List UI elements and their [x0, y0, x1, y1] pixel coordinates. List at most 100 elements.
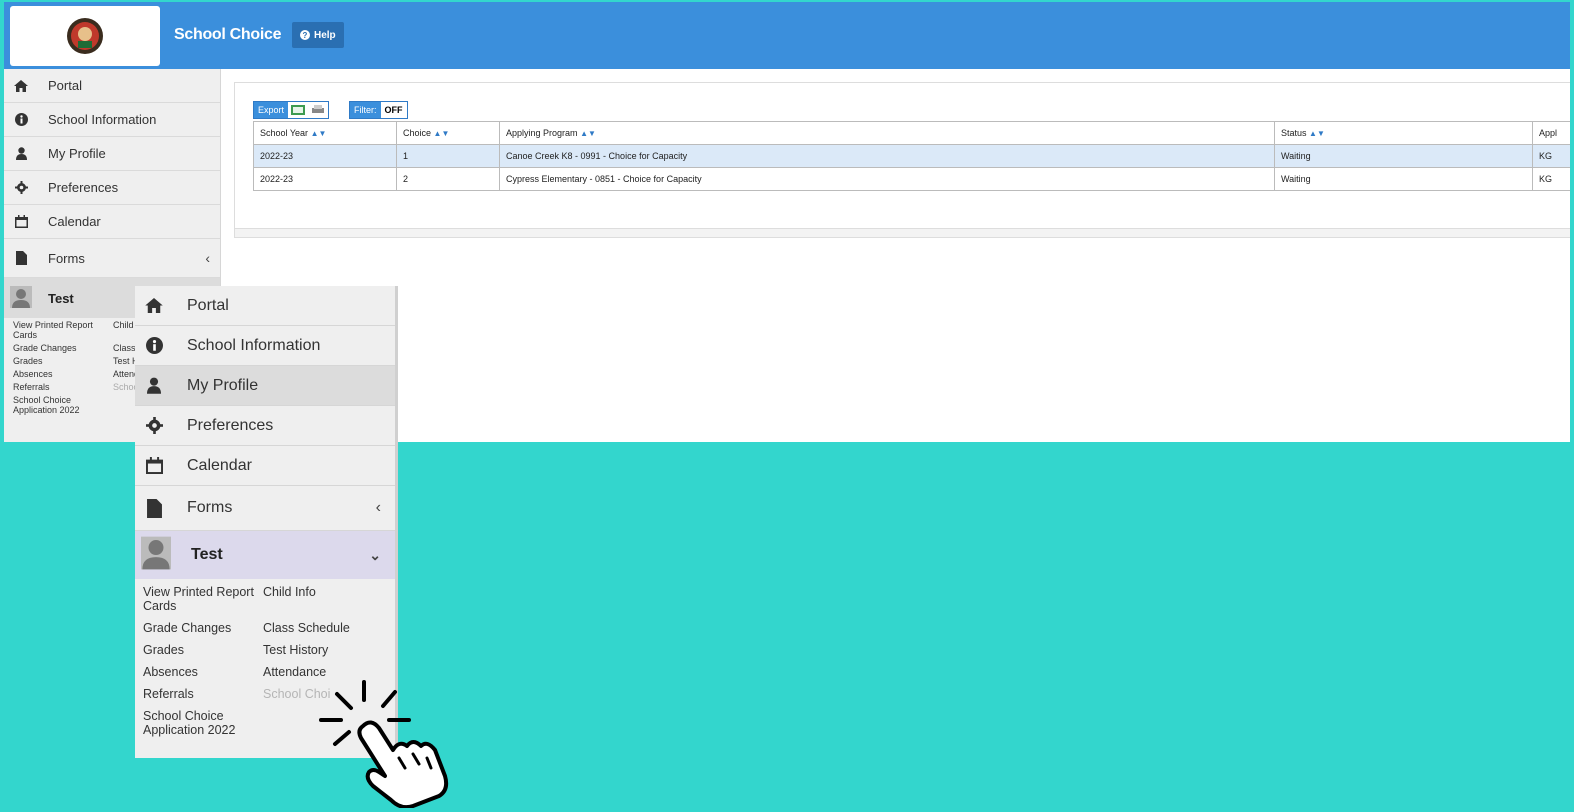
calendar-icon — [143, 457, 165, 474]
filter-toggle[interactable]: Filter: OFF — [349, 101, 408, 119]
cell-appl: KG — [1532, 144, 1570, 168]
home-icon — [143, 298, 165, 313]
user-icon — [143, 377, 165, 394]
sidebar-item-label: Calendar — [187, 456, 252, 474]
help-button[interactable]: ? Help — [292, 22, 344, 48]
sublink-view-printed-report-cards[interactable]: View Printed Report Cards — [13, 320, 113, 340]
applications-table: School Year ▲▼ Choice ▲▼ Applying Progra… — [253, 121, 1570, 191]
col-header-school-year[interactable]: School Year ▲▼ — [253, 121, 397, 145]
user-name: Test — [48, 290, 74, 306]
sidebar-item-label: Forms — [48, 250, 85, 266]
sidebar-item-label: School Information — [48, 112, 157, 127]
app-title: School Choice — [174, 26, 282, 43]
sublink-grades[interactable]: Grades — [13, 356, 113, 366]
sublink-grade-changes[interactable]: Grade Changes — [13, 343, 113, 353]
top-bar: School Choice ? Help — [4, 2, 1570, 69]
sidebar-item-portal[interactable]: Portal — [4, 69, 220, 103]
document-icon — [143, 498, 165, 518]
sublink-class-schedule[interactable]: Class Schedule — [263, 621, 393, 635]
sidebar-item-preferences[interactable]: Preferences — [4, 171, 220, 205]
sublink-absences[interactable]: Absences — [143, 665, 263, 679]
cell-status: Waiting — [1274, 144, 1533, 168]
cell-choice: 2 — [396, 167, 500, 191]
avatar — [10, 285, 32, 311]
sublink-attendance[interactable]: Attendance — [263, 665, 393, 679]
table-header-row: School Year ▲▼ Choice ▲▼ Applying Progra… — [253, 121, 1570, 145]
home-icon — [12, 79, 30, 92]
sort-icon: ▲▼ — [580, 129, 596, 138]
sort-icon: ▲▼ — [310, 129, 327, 138]
table-row[interactable]: 2022-23 1 Canoe Creek K8 - 0991 - Choice… — [253, 144, 1570, 168]
sidebar-item-calendar[interactable]: Calendar — [135, 446, 395, 486]
filter-value: OFF — [384, 105, 403, 115]
cell-applying-program: Canoe Creek K8 - 0991 - Choice for Capac… — [499, 144, 1275, 168]
col-header-status[interactable]: Status ▲▼ — [1274, 121, 1533, 145]
export-button[interactable]: Export — [253, 101, 330, 119]
sidebar-item-label: Forms — [187, 499, 233, 516]
gear-icon — [12, 181, 30, 194]
sidebar-item-school-information[interactable]: School Information — [4, 103, 220, 137]
district-logo[interactable] — [10, 6, 160, 66]
sidebar-item-label: Portal — [187, 296, 229, 314]
sort-icon: ▲▼ — [433, 129, 450, 138]
sublink-view-printed-report-cards[interactable]: View Printed Report Cards — [143, 585, 263, 613]
sidebar-item-label: My Profile — [187, 376, 259, 394]
gear-icon — [143, 417, 165, 434]
sidebar-item-forms[interactable]: Forms ‹ — [135, 486, 395, 531]
table-row[interactable]: 2022-23 2 Cypress Elementary - 0851 - Ch… — [253, 167, 1570, 191]
cell-choice: 1 — [396, 144, 500, 168]
col-header-applying-program[interactable]: Applying Program ▲▼ — [499, 121, 1275, 145]
cell-school-year: 2022-23 — [253, 144, 397, 168]
sort-icon: ▲▼ — [1309, 129, 1325, 138]
sidebar-item-label: Calendar — [48, 214, 101, 229]
sublink-grade-changes[interactable]: Grade Changes — [143, 621, 263, 635]
help-label: Help — [314, 29, 336, 41]
sidebar-item-calendar[interactable]: Calendar — [4, 205, 220, 239]
sublink-school-choice-application[interactable]: School Choice Application 2022 — [13, 395, 113, 415]
document-icon — [12, 251, 30, 265]
cell-applying-program: Cypress Elementary - 0851 - Choice for C… — [499, 167, 1275, 191]
sidebar-item-label: My Profile — [48, 146, 106, 161]
info-icon — [12, 113, 30, 126]
sidebar-item-preferences[interactable]: Preferences — [135, 406, 395, 446]
sidebar-item-school-information[interactable]: School Information — [135, 326, 395, 366]
col-header-appl[interactable]: Appl — [1532, 121, 1570, 145]
sidebar-item-my-profile[interactable]: My Profile — [4, 137, 220, 171]
col-header-choice[interactable]: Choice ▲▼ — [396, 121, 500, 145]
sidebar-item-portal[interactable]: Portal — [135, 286, 395, 326]
sidebar-item-forms[interactable]: Forms ‹ — [4, 239, 220, 278]
sidebar-item-label: Preferences — [48, 180, 119, 195]
pointer-hand-icon — [319, 680, 449, 808]
sublink-child-info[interactable]: Child Info — [263, 585, 393, 613]
sublink-school-choice-application[interactable]: School Choice Application 2022 — [143, 709, 263, 737]
chevron-left-icon: ‹ — [375, 499, 381, 516]
sublink-test-history[interactable]: Test History — [263, 643, 393, 657]
export-label: Export — [254, 102, 289, 118]
sublink-grades[interactable]: Grades — [143, 643, 263, 657]
sidebar-item-label: Portal — [48, 78, 82, 93]
user-icon — [12, 147, 30, 160]
question-icon: ? — [300, 30, 310, 40]
sidebar-item-label: School Information — [187, 336, 321, 354]
info-icon — [143, 337, 165, 354]
chevron-left-icon: ‹ — [205, 250, 210, 266]
sublink-referrals[interactable]: Referrals — [143, 687, 263, 701]
avatar — [141, 536, 171, 575]
chevron-down-icon: ⌄ — [369, 546, 381, 563]
applications-panel: Export Filter: OFF School Year ▲▼ Choice… — [234, 82, 1570, 238]
table-footer-bar — [235, 228, 1570, 237]
cell-status: Waiting — [1274, 167, 1533, 191]
cell-appl: KG — [1532, 167, 1570, 191]
filter-label: Filter: — [350, 102, 381, 118]
sublink-referrals[interactable]: Referrals — [13, 382, 113, 392]
sidebar-item-my-profile[interactable]: My Profile — [135, 366, 395, 406]
sidebar-user[interactable]: Test ⌄ — [135, 531, 395, 579]
calendar-icon — [12, 215, 30, 228]
sublink-absences[interactable]: Absences — [13, 369, 113, 379]
sidebar-item-label: Preferences — [187, 416, 274, 434]
table-toolbar: Export Filter: OFF — [253, 101, 408, 119]
user-name: Test — [191, 546, 223, 563]
seal-icon — [67, 18, 103, 54]
spreadsheet-icon[interactable] — [291, 105, 306, 115]
print-icon[interactable] — [311, 105, 325, 115]
